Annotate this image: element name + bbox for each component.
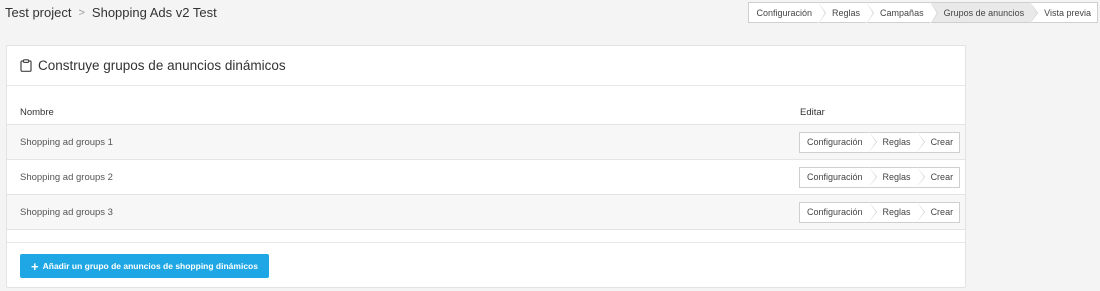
clipboard-icon [20,59,32,72]
breadcrumb-current: Shopping Ads v2 Test [91,5,217,20]
ad-groups-table: Nombre Editar Shopping ad groups 1 Confi… [7,101,965,230]
step-grupos-de-anuncios[interactable]: Grupos de anuncios [929,2,1038,24]
top-bar: Test project > Shopping Ads v2 Test Conf… [0,0,1100,30]
table-row: Shopping ad groups 1 Configuración Regla… [7,125,965,160]
row-name: Shopping ad groups 3 [20,206,113,218]
breadcrumb: Test project > Shopping Ads v2 Test [5,5,217,20]
workflow-steps: Configuración Reglas Campañas Grupos de … [748,2,1098,24]
divider [7,242,965,243]
table-row: Shopping ad groups 2 Configuración Regla… [7,160,965,195]
table-header: Nombre Editar [7,101,965,125]
table-row: Shopping ad groups 3 Configuración Regla… [7,195,965,230]
panel-title: Construye grupos de anuncios dinámicos [38,58,286,73]
column-header-edit: Editar [800,107,825,118]
step-campanas[interactable]: Campañas [866,2,938,24]
add-ad-group-button[interactable]: + Añadir un grupo de anuncios de shoppin… [20,254,269,278]
row-edit-steps: Configuración Reglas Crear [799,166,961,188]
panel-header: Construye grupos de anuncios dinámicos [7,46,965,86]
row-step-configuracion[interactable]: Configuración [800,201,877,222]
row-step-configuracion[interactable]: Configuración [800,131,877,152]
row-edit-steps: Configuración Reglas Crear [799,201,961,223]
plus-icon: + [31,258,39,274]
step-vista-previa[interactable]: Vista previa [1030,3,1097,22]
row-step-configuracion[interactable]: Configuración [800,166,877,187]
row-name: Shopping ad groups 1 [20,136,113,148]
ad-groups-panel: Construye grupos de anuncios dinámicos N… [6,45,966,288]
row-edit-steps: Configuración Reglas Crear [799,131,961,153]
add-ad-group-label: Añadir un grupo de anuncios de shopping … [42,261,258,271]
breadcrumb-project-link[interactable]: Test project [5,5,71,20]
breadcrumb-separator: > [78,6,85,19]
step-configuracion[interactable]: Configuración [749,2,826,24]
row-name: Shopping ad groups 2 [20,171,113,183]
column-header-name: Nombre [20,107,54,118]
